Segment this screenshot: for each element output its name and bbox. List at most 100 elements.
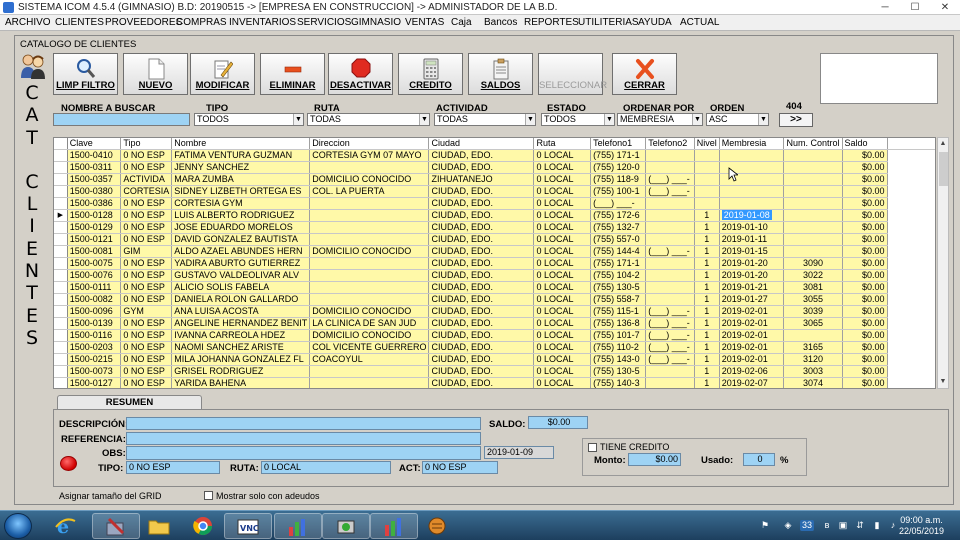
grid-cell[interactable]: ZIHUATANEJO: [428, 173, 535, 186]
column-header[interactable]: Nivel: [694, 138, 720, 150]
table-row[interactable]: 1500-0075 0 NO ESP YADIRA ABURTO GUTIERREZ…: [54, 257, 935, 270]
grid-cell[interactable]: 0 NO ESP: [120, 317, 173, 330]
grid-cell[interactable]: (755) 130-5: [590, 365, 647, 378]
grid-cell[interactable]: GRISEL RODRIGUEZ: [171, 365, 311, 378]
grid-cell[interactable]: [783, 221, 843, 234]
column-header[interactable]: Num. Control: [783, 138, 843, 150]
grid-cell[interactable]: 0 NO ESP: [120, 329, 173, 342]
grid-cell[interactable]: DOMICILIO CONOCIDO: [309, 245, 430, 258]
grid-cell[interactable]: 3055: [783, 293, 843, 306]
grid-cell[interactable]: 1500-0357: [67, 173, 122, 186]
grid-cell[interactable]: DOMICILIO CONOCIDO: [309, 329, 430, 342]
limp-filtro-button[interactable]: LIMP FILTRO: [53, 53, 118, 95]
grid-cell[interactable]: (755) 171-1: [590, 149, 647, 162]
descripcion-field[interactable]: [126, 417, 481, 430]
grid-cell[interactable]: (755) 557-0: [590, 233, 647, 246]
grid-cell[interactable]: 0 NO ESP: [120, 281, 173, 294]
grid-cell[interactable]: COACOYUL: [309, 353, 430, 366]
column-header[interactable]: Telefono2: [645, 138, 695, 150]
table-row[interactable]: 1500-0311 0 NO ESP JENNY SANCHEZ CIUDAD, ED…: [54, 161, 935, 174]
grid-cell[interactable]: 3065: [783, 317, 843, 330]
grid-cell[interactable]: CIUDAD, EDO.: [428, 233, 535, 246]
grid-cell[interactable]: 3039: [783, 305, 843, 318]
row-selector[interactable]: [54, 377, 68, 388]
row-selector[interactable]: [54, 293, 68, 306]
grid-cell[interactable]: 2019-02-06: [719, 365, 785, 378]
grid-cell[interactable]: GIM: [120, 245, 173, 258]
grid-cell[interactable]: [783, 209, 843, 222]
grid-cell[interactable]: 0 LOCAL: [533, 257, 592, 270]
grid-cell[interactable]: (755) 130-5: [590, 281, 647, 294]
grid-cell[interactable]: 0 LOCAL: [533, 329, 592, 342]
grid-cell[interactable]: [645, 149, 695, 162]
table-row[interactable]: 1500-0410 0 NO ESP FATIMA VENTURA GUZMAN CO…: [54, 149, 935, 162]
ruta-select[interactable]: TODAS ▼: [307, 113, 430, 126]
grid-cell[interactable]: CORTESIA: [120, 185, 173, 198]
tray-badge[interactable]: 33: [800, 520, 814, 531]
grid-cell[interactable]: 0 NO ESP: [120, 341, 173, 354]
grid-cell[interactable]: [783, 245, 843, 258]
solo-adeudos-checkbox[interactable]: [204, 491, 213, 500]
row-selector[interactable]: [54, 329, 68, 342]
grid-cell[interactable]: $0.00: [842, 353, 888, 366]
table-row[interactable]: 1500-0073 0 NO ESP GRISEL RODRIGUEZ CIUDAD,…: [54, 365, 935, 378]
grid-cell[interactable]: [645, 233, 695, 246]
row-selector[interactable]: [54, 341, 68, 354]
nuevo-button[interactable]: NUEVO: [123, 53, 188, 95]
column-header[interactable]: Ruta: [533, 138, 592, 150]
column-header[interactable]: Saldo: [842, 138, 888, 150]
grid-cell[interactable]: [719, 149, 785, 162]
table-row[interactable]: 1500-0357 ACTIVIDA MARA ZUMBA DOMICILIO CON…: [54, 173, 935, 186]
grid-cell[interactable]: 0 NO ESP: [120, 377, 173, 388]
grid-cell[interactable]: 1: [694, 257, 720, 270]
row-selector[interactable]: [54, 233, 68, 246]
table-row[interactable]: 1500-0081 GIM ALDO AZAEL ABUNDES HERN DOMIC…: [54, 245, 935, 258]
grid-cell[interactable]: 1500-0076: [67, 269, 122, 282]
grid-cell[interactable]: 1: [694, 317, 720, 330]
grid-cell[interactable]: JENNY SANCHEZ: [171, 161, 311, 174]
grid-cell[interactable]: CORTESIA GYM 07 MAYO: [309, 149, 430, 162]
grid-cell[interactable]: [694, 161, 720, 174]
grid-cell[interactable]: 2019-01-11: [719, 233, 785, 246]
grid-cell[interactable]: (755) 143-0: [590, 353, 647, 366]
grid-cell[interactable]: 0 NO ESP: [120, 149, 173, 162]
grid-cell[interactable]: DOMICILIO CONOCIDO: [309, 173, 430, 186]
grid-cell[interactable]: 1500-0111: [67, 281, 122, 294]
grid-cell[interactable]: 0 LOCAL: [533, 209, 592, 222]
grid-cell[interactable]: 0 LOCAL: [533, 185, 592, 198]
grid-cell[interactable]: 2019-01-08: [719, 209, 785, 222]
grid-cell[interactable]: 1500-0380: [67, 185, 122, 198]
grid-cell[interactable]: (755) 558-7: [590, 293, 647, 306]
grid-cell[interactable]: (___) ___-: [645, 185, 695, 198]
tray-usb-icon[interactable]: ⇵: [855, 520, 865, 531]
grid-cell[interactable]: GYM: [120, 305, 173, 318]
row-selector[interactable]: [54, 365, 68, 378]
row-selector[interactable]: [54, 257, 68, 270]
grid-cell[interactable]: CIUDAD, EDO.: [428, 269, 535, 282]
grid-cell[interactable]: 2019-02-01: [719, 353, 785, 366]
grid-cell[interactable]: 1500-0127: [67, 377, 122, 388]
menu-archivo[interactable]: ARCHIVO: [5, 17, 51, 28]
grid-cell[interactable]: 1: [694, 305, 720, 318]
grid-cell[interactable]: 1500-0128: [67, 209, 122, 222]
table-row[interactable]: 1500-0127 0 NO ESP YARIDA BAHENA CIUDAD, ED…: [54, 377, 935, 388]
grid-cell[interactable]: 0 LOCAL: [533, 305, 592, 318]
menu-caja[interactable]: Caja: [451, 17, 472, 28]
row-selector[interactable]: [54, 173, 68, 186]
grid-cell[interactable]: CIUDAD, EDO.: [428, 221, 535, 234]
grid-cell[interactable]: $0.00: [842, 209, 888, 222]
grid-cell[interactable]: [309, 257, 430, 270]
grid-cell[interactable]: $0.00: [842, 329, 888, 342]
table-row[interactable]: 1500-0076 0 NO ESP GUSTAVO VALDEOLIVAR ALV…: [54, 269, 935, 282]
grid-cell[interactable]: [783, 233, 843, 246]
grid-cell[interactable]: 1500-0116: [67, 329, 122, 342]
grid-cell[interactable]: $0.00: [842, 341, 888, 354]
grid-cell[interactable]: CIUDAD, EDO.: [428, 377, 535, 388]
grid-cell[interactable]: (755) 100-1: [590, 185, 647, 198]
grid-cell[interactable]: 0 NO ESP: [120, 269, 173, 282]
grid-cell[interactable]: 1: [694, 329, 720, 342]
grid-cell[interactable]: 0 NO ESP: [120, 365, 173, 378]
saldos-button[interactable]: SALDOS: [468, 53, 533, 95]
scroll-down-icon[interactable]: ▼: [938, 376, 948, 388]
column-header[interactable]: Clave: [67, 138, 122, 150]
